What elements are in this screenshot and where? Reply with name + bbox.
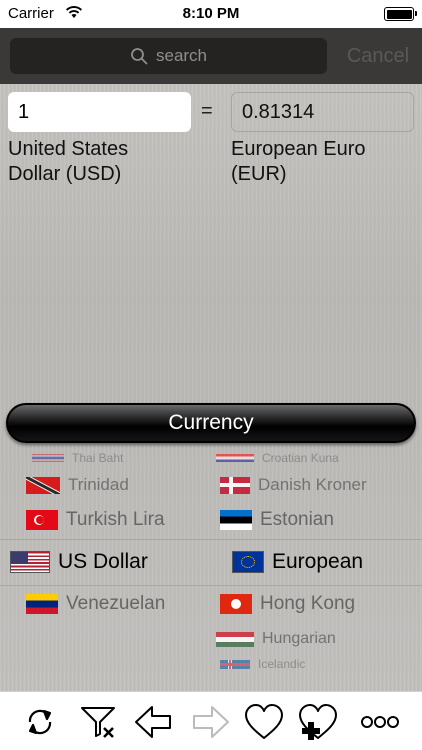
picker-item-trinidad[interactable]: Trinidad (26, 475, 129, 495)
currency-picker[interactable]: Thai Baht Trinidad Turkish Lira US Dolla… (0, 447, 422, 691)
amount-input[interactable] (8, 92, 191, 132)
picker-item-us-dollar[interactable]: US Dollar (10, 549, 148, 575)
picker-item-venezuelan[interactable]: Venezuelan (26, 593, 165, 615)
forward-button[interactable] (188, 700, 232, 744)
bottom-toolbar (0, 691, 422, 750)
clock: 8:10 PM (182, 5, 240, 22)
picker-item-label: Icelandic (258, 657, 306, 671)
picker-item-label: Estonian (260, 509, 334, 530)
us-flag-icon (10, 551, 50, 573)
to-currency-name[interactable]: European Euro (EUR) (231, 137, 422, 187)
trinidad-flag-icon (26, 476, 60, 494)
add-favorite-button[interactable] (296, 700, 340, 744)
venezuela-flag-icon (26, 594, 58, 614)
picker-item-label: Hungarian (262, 630, 336, 647)
picker-item-label: Hong Kong (260, 593, 356, 614)
to-currency-line2: (EUR) (231, 163, 287, 185)
picker-item-estonian[interactable]: Estonian (220, 509, 334, 531)
picker-item-thai-baht[interactable]: Thai Baht (32, 451, 123, 465)
more-icon (361, 716, 399, 728)
picker-item-hong-kong[interactable]: Hong Kong (220, 593, 355, 615)
equals-sign: = (201, 100, 213, 122)
search-input[interactable]: search (10, 38, 327, 74)
to-currency-line1: European Euro (231, 138, 366, 160)
search-bar: search Cancel (0, 28, 422, 84)
iceland-flag-icon (220, 659, 250, 669)
hong-kong-flag-icon (220, 594, 252, 614)
picker-item-label: Danish Kroner (258, 475, 367, 494)
selection-top-line (0, 539, 422, 540)
picker-item-icelandic[interactable]: Icelandic (220, 657, 305, 671)
clear-filter-button[interactable] (76, 700, 120, 744)
picker-item-label: Thai Baht (72, 451, 124, 465)
forward-arrow-icon (193, 706, 229, 738)
favorite-heart-icon (245, 704, 283, 739)
turkey-flag-icon (26, 510, 58, 530)
result-value: 0.81314 (231, 92, 414, 132)
eu-flag-icon (232, 551, 264, 573)
from-currency-line2: Dollar (USD) (8, 163, 122, 185)
picker-item-label: European (272, 550, 364, 573)
picker-item-label: Croatian Kuna (262, 451, 339, 465)
picker-item-hungarian[interactable]: Hungarian (216, 629, 336, 649)
cancel-button[interactable]: Cancel (340, 42, 416, 70)
clear-filter-icon (81, 707, 115, 738)
from-currency-name[interactable]: United States Dollar (USD) (8, 137, 203, 187)
picker-item-label: Turkish Lira (66, 509, 165, 530)
search-placeholder: search (155, 46, 208, 65)
picker-item-label: US Dollar (58, 550, 148, 573)
battery-icon (384, 7, 417, 21)
picker-item-turkish-lira[interactable]: Turkish Lira (26, 509, 165, 531)
picker-item-european[interactable]: European (232, 549, 363, 575)
search-icon (131, 48, 148, 65)
category-button[interactable]: Currency (6, 403, 416, 443)
picker-item-croatian-kuna[interactable]: Croatian Kuna (216, 451, 339, 465)
back-arrow-icon (135, 706, 171, 738)
picker-item-label: Trinidad (68, 475, 129, 494)
from-currency-line1: United States (8, 138, 129, 160)
more-button[interactable] (358, 700, 402, 744)
selection-bottom-line (0, 585, 422, 586)
estonia-flag-icon (220, 510, 252, 530)
favorite-button[interactable] (242, 700, 286, 744)
croatia-flag-icon (216, 454, 254, 462)
picker-item-danish-kroner[interactable]: Danish Kroner (220, 475, 367, 495)
status-bar: Carrier 8:10 PM (0, 0, 422, 28)
swap-button[interactable] (18, 700, 62, 744)
thailand-flag-icon (32, 454, 64, 462)
swap-icon (28, 709, 52, 735)
denmark-flag-icon (220, 476, 250, 494)
hungary-flag-icon (216, 631, 254, 647)
add-favorite-icon (299, 704, 337, 740)
back-button[interactable] (132, 700, 176, 744)
picker-item-label: Venezuelan (66, 593, 166, 614)
